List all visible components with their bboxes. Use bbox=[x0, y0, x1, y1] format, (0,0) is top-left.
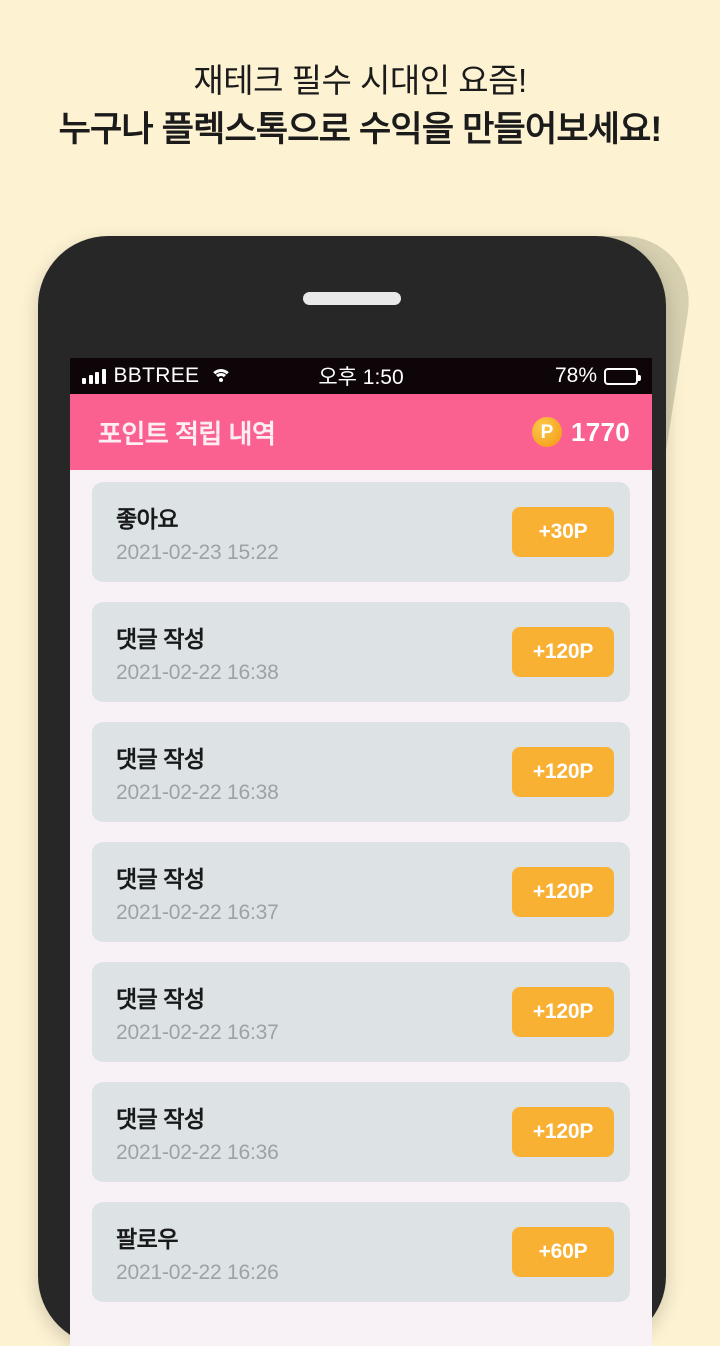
list-item-texts: 좋아요 2021-02-23 15:22 bbox=[116, 500, 279, 565]
list-item-timestamp: 2021-02-22 16:36 bbox=[116, 1140, 279, 1164]
list-item-title: 댓글 작성 bbox=[116, 745, 205, 772]
points-earned-badge: +120P bbox=[512, 627, 614, 677]
list-item-timestamp: 2021-02-22 16:37 bbox=[116, 900, 279, 924]
promo-line-2: 누구나 플렉스톡으로 수익을 만들어보세요! bbox=[58, 110, 663, 150]
point-coin-icon: P bbox=[531, 417, 562, 447]
list-item-texts: 댓글 작성 2021-02-22 16:37 bbox=[116, 980, 279, 1045]
list-item-timestamp: 2021-02-22 16:26 bbox=[116, 1260, 279, 1284]
points-earned-badge: +120P bbox=[512, 1107, 614, 1157]
carrier-name: BBTREE bbox=[113, 364, 200, 387]
points-earned-badge: +120P bbox=[512, 867, 614, 917]
list-item-timestamp: 2021-02-22 16:38 bbox=[116, 780, 279, 804]
list-item-texts: 댓글 작성 2021-02-22 16:37 bbox=[116, 860, 279, 925]
table-row[interactable]: 댓글 작성 2021-02-22 16:38 +120P bbox=[92, 722, 630, 822]
promo-headline: 재테크 필수 시대인 요즘! 누구나 플렉스톡으로 수익을 만들어보세요! bbox=[0, 60, 720, 152]
list-item-texts: 댓글 작성 2021-02-22 16:38 bbox=[116, 620, 279, 685]
points-balance-value: 1770 bbox=[570, 416, 630, 447]
list-item-title: 댓글 작성 bbox=[116, 625, 205, 652]
signal-bars-icon bbox=[82, 368, 106, 384]
points-balance[interactable]: P 1770 bbox=[531, 416, 630, 448]
phone-screen: BBTREE 오후 1:50 78% 포인트 적립 내역 P 1770 좋아요 2 bbox=[70, 358, 652, 1346]
status-bar: BBTREE 오후 1:50 78% bbox=[70, 358, 652, 394]
table-row[interactable]: 댓글 작성 2021-02-22 16:38 +120P bbox=[92, 602, 630, 702]
phone-speaker-grille bbox=[303, 292, 401, 305]
list-item-timestamp: 2021-02-22 16:38 bbox=[116, 660, 279, 684]
table-row[interactable]: 댓글 작성 2021-02-22 16:37 +120P bbox=[92, 962, 630, 1062]
table-row[interactable]: 댓글 작성 2021-02-22 16:37 +120P bbox=[92, 842, 630, 942]
list-item-timestamp: 2021-02-23 15:22 bbox=[116, 540, 279, 564]
table-row[interactable]: 댓글 작성 2021-02-22 16:36 +120P bbox=[92, 1082, 630, 1182]
battery-percent-label: 78% bbox=[554, 364, 597, 387]
list-item-timestamp: 2021-02-22 16:37 bbox=[116, 1020, 279, 1044]
list-item-title: 댓글 작성 bbox=[116, 985, 205, 1012]
promo-line-1: 재테크 필수 시대인 요즘! bbox=[193, 62, 527, 99]
page-title: 포인트 적립 내역 bbox=[98, 418, 276, 449]
point-history-list[interactable]: 좋아요 2021-02-23 15:22 +30P 댓글 작성 2021-02-22 1… bbox=[70, 470, 652, 1302]
battery-icon bbox=[604, 367, 641, 385]
points-earned-badge: +120P bbox=[512, 987, 614, 1037]
list-item-title: 댓글 작성 bbox=[116, 1105, 205, 1132]
points-earned-badge: +60P bbox=[512, 1227, 614, 1277]
list-item-texts: 팔로우 2021-02-22 16:26 bbox=[116, 1220, 279, 1285]
list-item-title: 좋아요 bbox=[116, 505, 178, 532]
app-header: 포인트 적립 내역 P 1770 bbox=[70, 394, 652, 470]
wifi-icon bbox=[209, 368, 232, 384]
list-item-texts: 댓글 작성 2021-02-22 16:36 bbox=[116, 1100, 279, 1165]
phone-mockup: BBTREE 오후 1:50 78% 포인트 적립 내역 P 1770 좋아요 2 bbox=[38, 236, 666, 1346]
table-row[interactable]: 팔로우 2021-02-22 16:26 +60P bbox=[92, 1202, 630, 1302]
status-bar-left: BBTREE bbox=[82, 364, 232, 388]
list-item-texts: 댓글 작성 2021-02-22 16:38 bbox=[116, 740, 279, 805]
points-earned-badge: +30P bbox=[512, 507, 614, 557]
points-earned-badge: +120P bbox=[512, 747, 614, 797]
status-bar-right: 78% bbox=[554, 364, 641, 388]
list-item-title: 댓글 작성 bbox=[116, 865, 205, 892]
table-row[interactable]: 좋아요 2021-02-23 15:22 +30P bbox=[92, 482, 630, 582]
list-item-title: 팔로우 bbox=[116, 1225, 178, 1252]
